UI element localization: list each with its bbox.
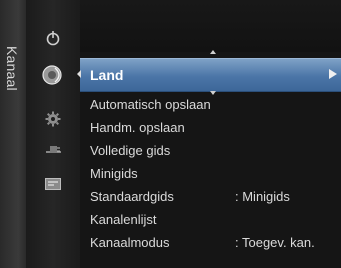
- menu-item-standaardgids[interactable]: Standaardgids : Minigids: [90, 186, 341, 208]
- category-icon-rail: [26, 0, 80, 268]
- menu-item-label: Kanaalmodus: [90, 235, 170, 250]
- menu-item-label: Handm. opslaan: [90, 120, 185, 135]
- menu-panel: Land Automatisch opslaan Handm. opslaan …: [77, 0, 341, 268]
- menu-item-label: Minigids: [90, 166, 138, 181]
- channel-tab-label: Kanaal: [4, 46, 20, 91]
- menu-item-minigids[interactable]: Minigids: [90, 163, 341, 185]
- satellite-dish-icon[interactable]: [41, 64, 65, 86]
- menu-item-kanalenlijst[interactable]: Kanalenlijst: [90, 209, 341, 231]
- menu-item-label: Kanalenlijst: [90, 212, 157, 227]
- submenu-arrow-icon: [329, 69, 337, 79]
- menu-item-land[interactable]: Land: [77, 58, 341, 92]
- menu-item-volledige-gids[interactable]: Volledige gids: [90, 140, 341, 162]
- scroll-up-icon: [210, 50, 216, 54]
- menu-item-label: Volledige gids: [90, 143, 171, 158]
- menu-item-kanaalmodus[interactable]: Kanaalmodus : Toegev. kan.: [90, 232, 341, 254]
- menu-item-value: : Toegev. kan.: [235, 235, 315, 250]
- power-icon[interactable]: [46, 30, 60, 46]
- menu-item-label: Standaardgids: [90, 189, 174, 204]
- selection-pointer-icon: [77, 70, 81, 78]
- menu-item-handm-opslaan[interactable]: Handm. opslaan: [90, 117, 341, 139]
- menu-item-label: Automatisch opslaan: [90, 97, 211, 112]
- gear-icon[interactable]: [45, 111, 61, 127]
- menu-item-land-label: Land: [90, 67, 124, 83]
- plug-icon[interactable]: [45, 144, 61, 156]
- channel-tab[interactable]: Kanaal: [0, 0, 27, 268]
- input-source-icon[interactable]: [45, 178, 61, 190]
- menu-top-area: [80, 0, 341, 52]
- menu-item-automatisch-opslaan[interactable]: Automatisch opslaan: [90, 94, 341, 116]
- menu-item-value: : Minigids: [235, 189, 290, 204]
